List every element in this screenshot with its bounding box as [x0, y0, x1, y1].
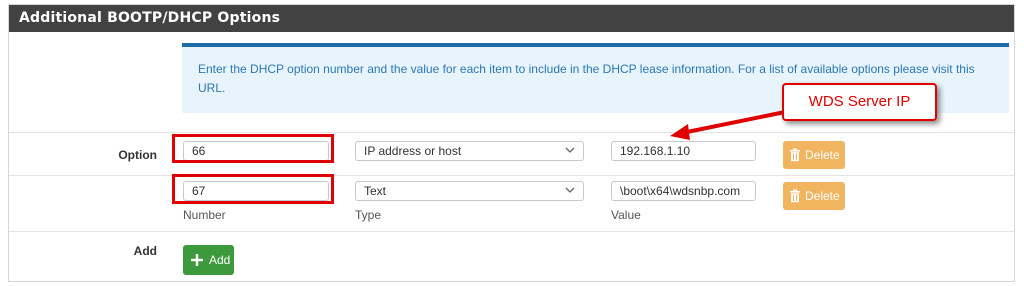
option-value-input[interactable]: 192.168.1.10: [611, 141, 756, 161]
trash-icon: [790, 148, 800, 162]
option-row-label: Option: [118, 148, 157, 162]
type-sublabel: Type: [355, 208, 382, 222]
delete-label: Delete: [805, 148, 840, 162]
chevron-down-icon: [565, 147, 575, 153]
add-label: Add: [209, 253, 231, 267]
chevron-down-icon: [565, 187, 575, 193]
divider: [9, 175, 1014, 176]
info-link[interactable]: URL.: [198, 81, 225, 95]
add-row-label: Add: [133, 244, 157, 258]
option-number-input[interactable]: 67: [183, 181, 329, 201]
number-sublabel: Number: [183, 208, 226, 222]
option-number-input[interactable]: 66: [183, 141, 329, 161]
trash-icon: [790, 189, 800, 203]
delete-button[interactable]: Delete: [783, 182, 845, 210]
info-text: Enter the DHCP option number and the val…: [198, 62, 975, 76]
option-type-select[interactable]: IP address or host: [355, 141, 584, 161]
plus-icon: [191, 254, 203, 266]
dhcp-options-panel: Additional BOOTP/DHCP Options Enter the …: [8, 4, 1015, 282]
divider: [9, 231, 1014, 232]
option-type-value: Text: [364, 184, 387, 198]
divider: [9, 132, 1014, 133]
panel-title: Additional BOOTP/DHCP Options: [9, 5, 1014, 32]
option-type-value: IP address or host: [364, 144, 462, 158]
add-button[interactable]: Add: [183, 245, 234, 275]
value-sublabel: Value: [611, 208, 641, 222]
option-type-select[interactable]: Text: [355, 181, 584, 201]
delete-label: Delete: [805, 189, 840, 203]
delete-button[interactable]: Delete: [783, 141, 845, 169]
annotation-callout: WDS Server IP: [782, 83, 937, 121]
option-value-input[interactable]: \boot\x64\wdsnbp.com: [611, 181, 756, 201]
